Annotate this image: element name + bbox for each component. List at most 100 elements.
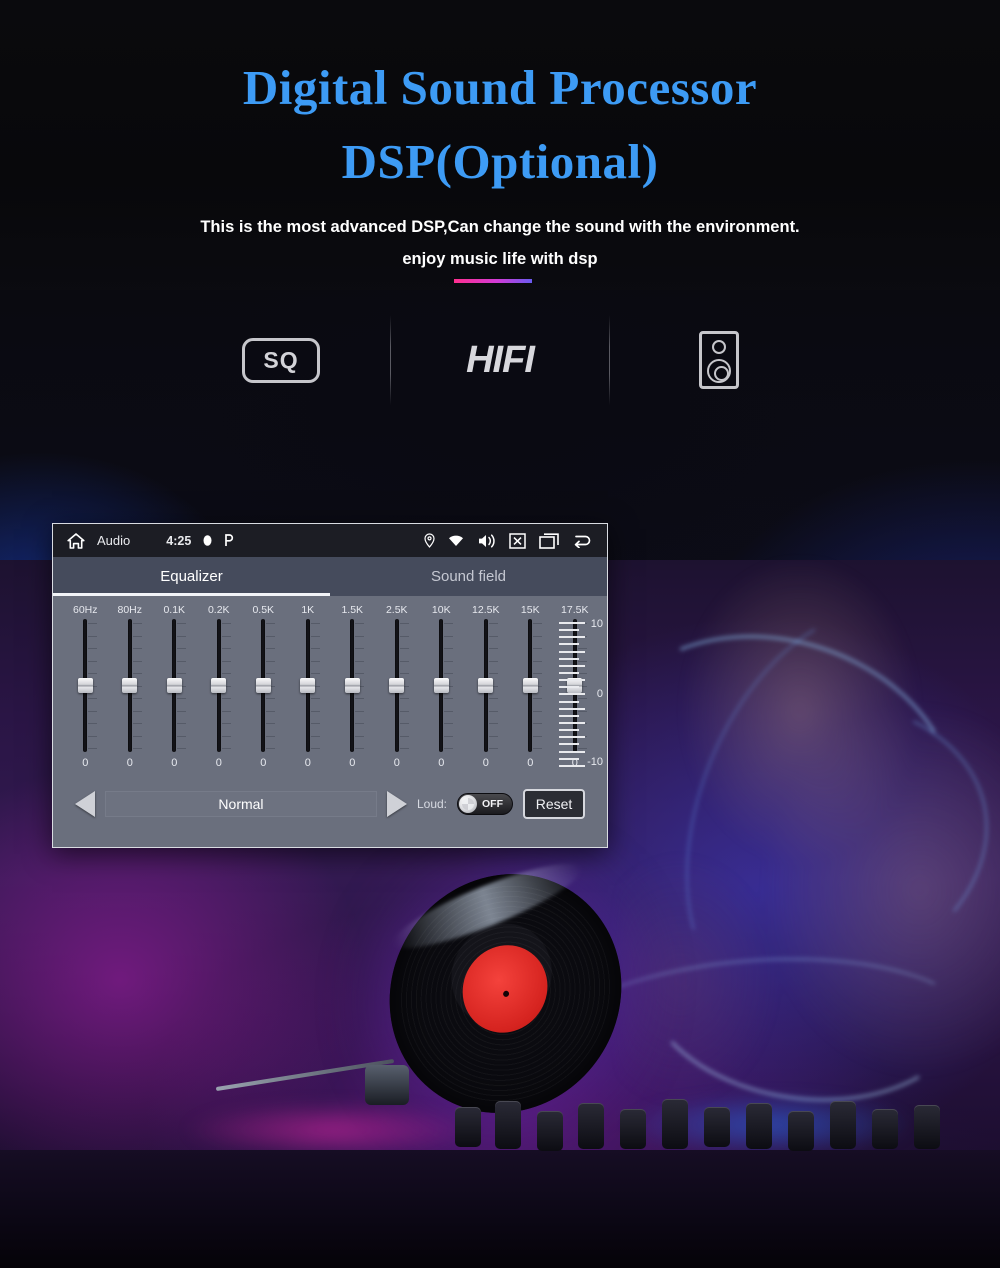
sq-badge-label: SQ — [263, 346, 299, 373]
slider-thumb[interactable] — [77, 678, 93, 693]
band-slider[interactable] — [72, 619, 98, 752]
equalizer-band: 60Hz 0 — [63, 604, 108, 776]
slider-thumb[interactable] — [166, 678, 182, 693]
page-subtitle-line2-wrap: enjoy music life with dsp — [0, 243, 1000, 284]
status-app-name: Audio — [97, 533, 131, 548]
band-value: 0 — [82, 757, 89, 769]
equalizer-band: 0.2K 0 — [197, 604, 242, 776]
tab-sound-field[interactable]: Sound field — [330, 557, 607, 596]
band-label: 1.5K — [341, 604, 364, 616]
close-box-icon[interactable] — [509, 532, 526, 549]
sq-badge-icon: SQ — [242, 337, 320, 383]
reset-button[interactable]: Reset — [523, 789, 585, 819]
slider-thumb[interactable] — [389, 678, 405, 693]
volume-icon[interactable] — [477, 533, 496, 549]
band-label: 0.5K — [252, 604, 275, 616]
page-header: Digital Sound Processor DSP(Optional) Th… — [0, 0, 1000, 284]
scale-label-bottom: -10 — [587, 756, 603, 768]
scale-label-mid: 0 — [596, 688, 603, 700]
bluetooth-glyph — [203, 534, 212, 547]
band-slider[interactable] — [473, 619, 499, 752]
equalizer-scale-ruler: 10 0 -10 — [559, 618, 603, 768]
band-label: 60Hz — [72, 604, 98, 616]
band-label: 10K — [431, 604, 451, 616]
slider-thumb[interactable] — [344, 678, 360, 693]
status-bar: Audio 4:25 — [53, 524, 607, 557]
page-title-line2: DSP(Optional) — [341, 134, 659, 189]
equalizer-band: 0.5K 0 — [241, 604, 286, 776]
equalizer-band: 0.1K 0 — [152, 604, 197, 776]
slider-thumb[interactable] — [122, 678, 138, 693]
next-arrow-icon[interactable] — [386, 791, 407, 817]
home-icon[interactable] — [67, 532, 85, 549]
equalizer-control-bar: Normal Loud: OFF Reset — [63, 776, 597, 832]
slider-thumb[interactable] — [433, 678, 449, 693]
band-value: 0 — [171, 757, 178, 769]
equalizer-band-list: 60Hz 0 80Hz 0 0.1K 0 0.2K 0 0.5K 0 1K 0 1.5K 0 2.5K 0 10… — [63, 604, 597, 776]
recents-icon[interactable] — [539, 532, 560, 549]
badge-sq: SQ — [172, 337, 390, 383]
tab-bar: Equalizer Sound field — [53, 557, 607, 596]
page-subtitle-line1: This is the most advanced DSP,Can change… — [200, 218, 800, 236]
slider-thumb[interactable] — [255, 678, 271, 693]
equalizer-panel: 60Hz 0 80Hz 0 0.1K 0 0.2K 0 0.5K 0 1K 0 1.5K 0 2.5K 0 10… — [53, 596, 607, 847]
band-label: 12.5K — [472, 604, 500, 616]
band-value: 0 — [527, 757, 534, 769]
back-icon[interactable] — [573, 533, 593, 548]
feature-badge-row: SQ HIFI — [0, 310, 1000, 410]
slider-thumb[interactable] — [300, 678, 316, 693]
equalizer-band: 2.5K 0 — [375, 604, 420, 776]
badge-speaker — [610, 331, 828, 389]
loudness-label: Loud: — [416, 797, 447, 811]
page-title-line1: Digital Sound Processor — [242, 60, 758, 115]
hifi-text-icon: HIFI — [466, 338, 535, 381]
band-label: 1K — [301, 604, 315, 616]
equalizer-band: 1K 0 — [286, 604, 331, 776]
band-value: 0 — [215, 757, 222, 769]
band-slider[interactable] — [428, 619, 454, 752]
band-value: 0 — [482, 757, 489, 769]
band-slider[interactable] — [517, 619, 543, 752]
band-slider[interactable] — [117, 619, 143, 752]
band-label: 0.1K — [163, 604, 186, 616]
band-value: 0 — [260, 757, 267, 769]
mixer-knobs — [0, 1085, 1000, 1175]
speaker-icon — [699, 331, 739, 389]
loudness-toggle[interactable]: OFF — [457, 793, 513, 815]
dsp-app-window: Audio 4:25 Equalizer Sound field 60Hz 0 … — [52, 523, 608, 848]
slider-thumb[interactable] — [478, 678, 494, 693]
band-value: 0 — [393, 757, 400, 769]
location-icon[interactable] — [424, 533, 435, 548]
preset-display[interactable]: Normal — [105, 791, 377, 817]
status-time: 4:25 — [166, 533, 192, 548]
slider-thumb[interactable] — [522, 678, 538, 693]
page-subtitle-line2: enjoy music life with dsp — [402, 250, 598, 269]
band-label: 15K — [520, 604, 540, 616]
band-slider[interactable] — [206, 619, 232, 752]
band-slider[interactable] — [339, 619, 365, 752]
accent-underline — [454, 279, 533, 284]
equalizer-band: 12.5K 0 — [464, 604, 509, 776]
band-value: 0 — [126, 757, 133, 769]
wifi-icon[interactable] — [448, 535, 464, 547]
band-slider[interactable] — [250, 619, 276, 752]
scale-label-top: 10 — [590, 618, 603, 630]
prev-arrow-icon[interactable] — [75, 791, 95, 817]
badge-hifi: HIFI — [391, 339, 609, 382]
equalizer-band: 10K 0 — [419, 604, 464, 776]
band-slider[interactable] — [295, 619, 321, 752]
band-slider[interactable] — [161, 619, 187, 752]
slider-thumb[interactable] — [211, 678, 227, 693]
band-value: 0 — [304, 757, 311, 769]
band-value: 0 — [438, 757, 445, 769]
tab-equalizer[interactable]: Equalizer — [53, 557, 330, 596]
band-label: 80Hz — [117, 604, 142, 616]
band-slider[interactable] — [384, 619, 410, 752]
toggle-knob-icon — [459, 795, 477, 813]
band-label: 17.5K — [561, 604, 589, 616]
vinyl-label — [454, 934, 555, 1043]
band-label: 0.2K — [207, 604, 230, 616]
equalizer-band: 15K 0 — [508, 604, 553, 776]
p-glyph — [224, 534, 234, 547]
band-label: 2.5K — [385, 604, 408, 616]
